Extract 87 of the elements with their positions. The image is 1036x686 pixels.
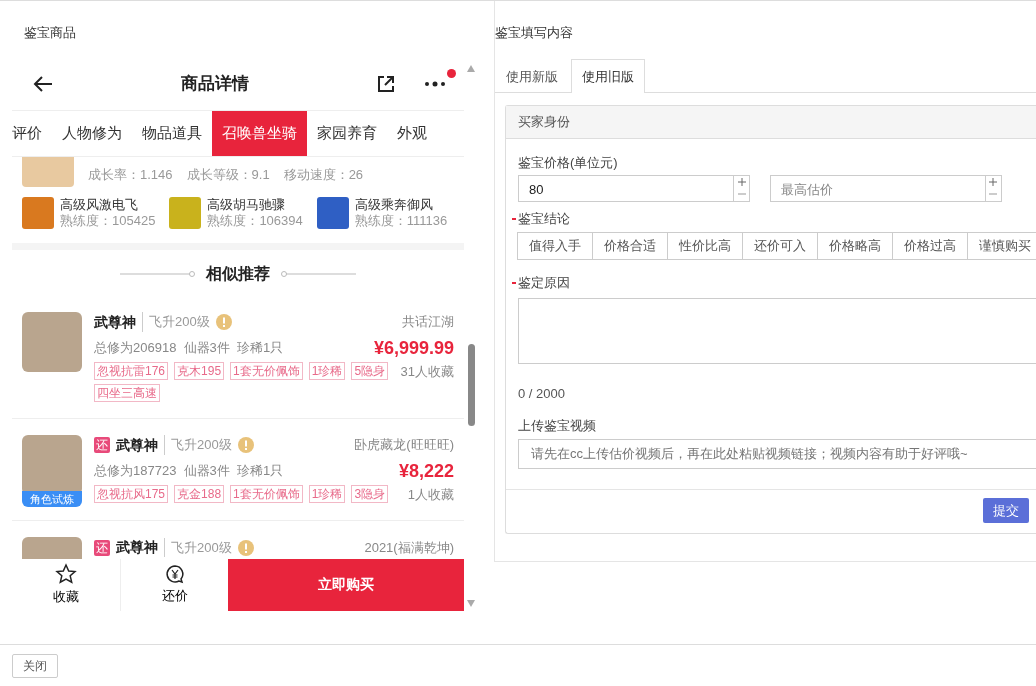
attribute-tag: 克金188	[174, 484, 225, 503]
mount-stat: 成长等级：9.1	[186, 165, 270, 184]
skill-proficiency: 熟练度：106394	[207, 212, 303, 229]
conclusion-option[interactable]: 价格合适	[592, 232, 668, 260]
attribute-tag: 1珍稀	[308, 484, 346, 503]
field-label: 鉴宝结论	[518, 210, 570, 226]
number-field[interactable]: 最高估价	[769, 175, 1002, 203]
plus-icon	[989, 178, 997, 187]
attribute-tag: 1套无价佩饰	[230, 361, 303, 380]
field-label: 上传鉴宝视频	[518, 416, 597, 435]
attribute-tag: 四坐三高速	[94, 383, 160, 402]
star-icon	[55, 562, 77, 585]
listing-card[interactable]: 角色试炼 还 武尊神 飞升200级 卧虎藏龙(旺旺旺) 总修为187723 仙器3件 珍稀1只 ¥8,222 忽视抗风175 克金188 1套无价佩饰 1珍稀 3隐身 1人收藏	[12, 418, 464, 521]
plus-icon	[737, 178, 746, 187]
role-name: 武尊神	[116, 538, 158, 557]
category-tab[interactable]: 评价	[12, 110, 52, 156]
attribute-tag: 1套无价佩饰	[230, 484, 303, 503]
skill-name: 高级胡马驰骤	[207, 196, 287, 213]
video-link-field[interactable]: 请先在cc上传估价视频后，再在此处粘贴视频链接；视频内容有助于好评哦~	[518, 439, 1036, 469]
close-button[interactable]: 关闭	[12, 653, 58, 678]
version-tab[interactable]: 使用新版	[495, 58, 569, 93]
scroll-up-icon[interactable]	[467, 64, 475, 72]
reason-textarea[interactable]	[518, 298, 1036, 365]
category-tab[interactable]: 召唤兽坐骑	[212, 110, 307, 156]
warning-icon	[237, 437, 254, 453]
skill-proficiency: 熟练度：111136	[354, 212, 448, 229]
category-tab[interactable]: 物品道具	[132, 110, 212, 156]
listing-card[interactable]: 武尊神 飞升200级 共话江湖 总修为206918 仙器3件 珍稀1只 ¥6,999.99 忽视抗雷176 克木195 1套无价佩饰 1珍稀 5隐身 四坐三高速 31人收藏	[12, 295, 464, 419]
role-name: 武尊神	[94, 312, 136, 332]
bargain-badge: 还	[94, 539, 110, 556]
conclusion-option[interactable]: 谨慎购买	[967, 232, 1036, 260]
submit-button[interactable]: 提交	[983, 497, 1029, 524]
scrollbar-thumb[interactable]	[467, 343, 475, 426]
role-summary: 总修为187723 仙器3件 珍稀1只	[94, 462, 284, 481]
attribute-tag: 5隐身	[351, 361, 389, 380]
field-label: 鉴定原因	[518, 274, 570, 290]
role-level: 飞升200级	[142, 312, 210, 332]
role-level: 飞升200级	[164, 435, 232, 455]
buy-now-button[interactable]: 立即购买	[228, 558, 464, 611]
bargain-badge: 还	[94, 437, 110, 453]
mount-stat: 移动速度：26	[283, 165, 364, 184]
avatar-placeholder	[22, 311, 82, 372]
price: ¥6,999.99	[373, 336, 454, 360]
spinner-control[interactable]	[733, 176, 749, 202]
conclusion-option[interactable]: 价格过高	[892, 232, 968, 260]
panel-title: 鉴宝填写内容	[495, 24, 574, 42]
mount-stat: 成长率：1.146	[88, 165, 173, 184]
scroll-down-icon[interactable]	[467, 599, 475, 607]
server-name: 卧虎藏龙(旺旺旺)	[354, 436, 454, 455]
share-icon[interactable]	[376, 74, 396, 94]
more-icon[interactable]	[424, 80, 446, 88]
card-header: 买家身份	[506, 106, 1036, 139]
role-name: 武尊神	[116, 435, 158, 455]
category-tab[interactable]: 人物修为	[52, 110, 132, 156]
conclusion-option[interactable]: 还价可入	[742, 232, 818, 260]
server-name: 共话江湖	[402, 313, 454, 332]
conclusion-option[interactable]: 值得入手	[517, 232, 593, 260]
character-counter: 0 / 2000	[518, 385, 566, 404]
panel-title: 鉴宝商品	[23, 24, 77, 42]
attribute-tag: 1珍稀	[308, 361, 346, 380]
warning-icon	[237, 539, 254, 556]
section-title: 相似推荐	[206, 263, 270, 284]
skill-proficiency: 熟练度：105425	[60, 212, 156, 229]
server-name: 2021(福满乾坤)	[364, 538, 454, 557]
conclusion-option[interactable]: 价格略高	[817, 232, 893, 260]
role-level: 飞升200级	[164, 537, 232, 558]
conclusion-option[interactable]: 性价比高	[667, 232, 743, 260]
price-bubble-icon	[164, 563, 185, 584]
skill-name: 高级风激电飞	[60, 196, 139, 213]
page-title: 商品详情	[180, 73, 250, 96]
warning-icon	[215, 314, 232, 330]
role-summary: 总修为206918 仙器3件 珍稀1只	[94, 339, 284, 358]
attribute-tag: 3隐身	[351, 484, 389, 503]
favorite-count: 1人收藏	[407, 485, 454, 504]
number-field[interactable]: 80	[518, 175, 750, 203]
version-tab[interactable]: 使用旧版	[571, 58, 645, 93]
category-tab[interactable]: 家园养育	[307, 110, 387, 156]
attribute-tag: 忽视抗风175	[94, 484, 169, 503]
price: ¥8,222	[398, 459, 454, 483]
attribute-tag: 克木195	[174, 361, 225, 380]
favorite-count: 31人收藏	[400, 362, 454, 381]
category-tab[interactable]: 外观	[387, 110, 437, 156]
avatar-badge: 角色试炼	[22, 490, 82, 507]
attribute-tag: 忽视抗雷176	[94, 361, 169, 380]
skill-name: 高级乘奔御风	[354, 196, 434, 213]
field-label: 鉴宝价格(单位元)	[518, 153, 619, 172]
mount-photo-placeholder	[22, 156, 74, 187]
